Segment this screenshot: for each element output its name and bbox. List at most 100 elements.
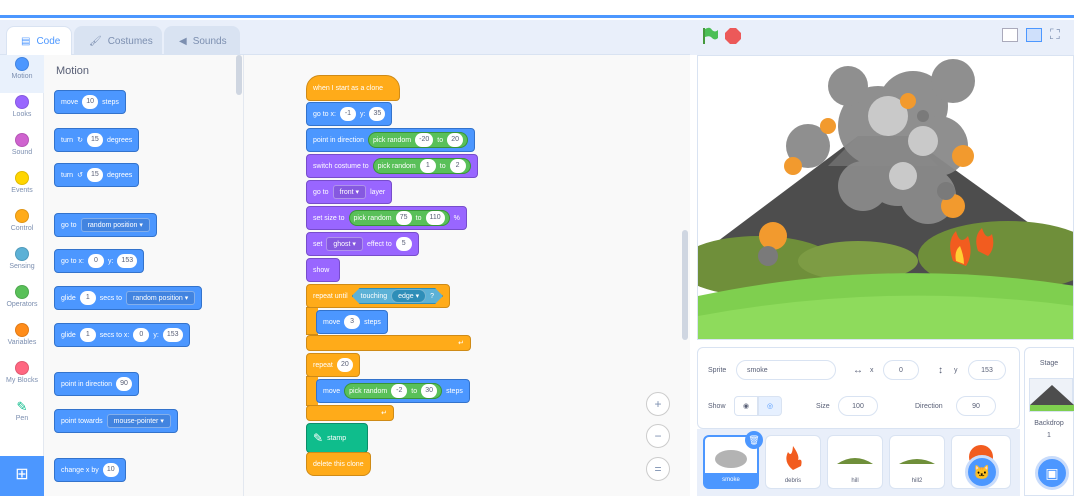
repeat-until-block[interactable]: repeat until touching edge ▾? (306, 284, 451, 308)
palette-glide-xy-block[interactable]: glide 1 secs to x: 0 y: 153 (54, 323, 190, 347)
choose-sprite-button[interactable]: 🐱 (965, 455, 999, 489)
touching-condition[interactable]: touching edge ▾? (352, 288, 443, 304)
goto-xy-block[interactable]: go to x: -1 y: 35 (306, 102, 393, 126)
effect-value-input[interactable]: 5 (395, 237, 412, 251)
tab-sounds[interactable]: ◀ Sounds (164, 26, 240, 56)
random-to-input[interactable]: 30 (421, 384, 438, 398)
pick-random-reporter[interactable]: pick random 75 to 110 (348, 210, 450, 226)
stage-selector-panel[interactable]: Stage Backdrop 1 ▣ (1024, 347, 1074, 496)
glide-dropdown[interactable]: random position ▾ (125, 291, 196, 305)
touching-dropdown[interactable]: edge ▾ (391, 289, 426, 303)
show-block[interactable]: show (306, 258, 340, 282)
category-events[interactable]: Events (0, 169, 44, 207)
glide-x-input[interactable]: 0 (133, 328, 150, 342)
palette-gotoxy-block[interactable]: go to x: 0 y: 153 (54, 249, 145, 273)
set-effect-block[interactable]: set ghost ▾ effect to 5 (306, 232, 419, 256)
glide-xy-secs-input[interactable]: 1 (79, 328, 96, 342)
glide-secs-input[interactable]: 1 (79, 291, 96, 305)
zoom-reset-button[interactable]: = (646, 457, 670, 481)
category-my-blocks[interactable]: My Blocks (0, 359, 44, 397)
palette-turn-right-block[interactable]: turn ↻ 15 degrees (54, 128, 140, 152)
palette-move-block[interactable]: move 10 steps (54, 90, 126, 114)
stage-canvas[interactable] (697, 55, 1074, 340)
sprite-thumb-debris[interactable]: debris (765, 435, 821, 489)
sprite-x-input[interactable]: 0 (883, 360, 919, 380)
glide-y-input[interactable]: 153 (162, 328, 183, 342)
sprite-thumb-hill2[interactable]: hill2 (889, 435, 945, 489)
random-to-input[interactable]: 20 (447, 133, 464, 147)
zoom-out-button[interactable]: − (646, 424, 670, 448)
pick-random-reporter[interactable]: pick random 1 to 2 (372, 158, 471, 174)
category-looks[interactable]: Looks (0, 93, 44, 131)
category-variables[interactable]: Variables (0, 321, 44, 359)
zoom-in-button[interactable]: + (646, 392, 670, 416)
towards-dropdown[interactable]: mouse-pointer ▾ (106, 414, 171, 428)
random-to-input[interactable]: 2 (449, 159, 466, 173)
category-pen[interactable]: ✎ Pen (0, 397, 44, 435)
palette-scrollbar[interactable] (236, 55, 242, 95)
palette-point-direction-block[interactable]: point in direction 90 (54, 372, 139, 396)
when-clone-hat-block[interactable]: when I start as a clone (306, 75, 400, 101)
palette-goto-block[interactable]: go to random position ▾ (54, 213, 157, 237)
delete-sprite-icon[interactable]: 🗑 (745, 431, 763, 449)
palette-change-x-block[interactable]: change x by 10 (54, 458, 126, 482)
set-size-block[interactable]: set size to pick random 75 to 110 % (306, 206, 467, 230)
goto-x-input[interactable]: -1 (339, 107, 356, 121)
sprite-name-input[interactable]: smoke (736, 360, 836, 380)
script-scrollbar[interactable] (682, 230, 688, 340)
stop-icon[interactable] (724, 27, 742, 45)
point-direction-block[interactable]: point in direction pick random -20 to 20 (306, 128, 476, 152)
sprite-direction-input[interactable]: 90 (956, 396, 996, 416)
move-steps-input[interactable]: 3 (344, 315, 361, 329)
palette-point-towards-block[interactable]: point towards mouse-pointer ▾ (54, 409, 178, 433)
pick-random-reporter[interactable]: pick random -20 to 20 (367, 132, 469, 148)
move-steps-input[interactable]: 10 (82, 95, 99, 109)
delete-clone-block[interactable]: delete this clone (306, 452, 371, 476)
sprite-thumb-hill[interactable]: hill (827, 435, 883, 489)
goto-y-input[interactable]: 35 (369, 107, 386, 121)
category-sound[interactable]: Sound (0, 131, 44, 169)
goto-dropdown[interactable]: random position ▾ (80, 218, 150, 232)
choose-backdrop-button[interactable]: ▣ (1035, 456, 1069, 490)
move-steps-block[interactable]: move 3 steps (316, 310, 388, 334)
switch-costume-block[interactable]: switch costume to pick random 1 to 2 (306, 154, 478, 178)
add-extension-button[interactable]: ⊞ (0, 456, 44, 496)
random-from-input[interactable]: -20 (415, 133, 434, 147)
sprite-y-input[interactable]: 153 (968, 360, 1006, 380)
normal-stage-icon[interactable] (1026, 28, 1042, 42)
small-stage-icon[interactable] (1002, 28, 1018, 42)
layer-dropdown[interactable]: front ▾ (332, 185, 367, 199)
repeat-block[interactable]: repeat 20 (306, 353, 360, 377)
category-control[interactable]: Control (0, 207, 44, 245)
tab-code[interactable]: ▤ Code (6, 26, 72, 56)
pen-stamp-block[interactable]: ✎ stamp (306, 423, 368, 453)
random-from-input[interactable]: 75 (395, 211, 412, 225)
gotoxy-x-input[interactable]: 0 (87, 254, 104, 268)
pick-random-reporter[interactable]: pick random -2 to 30 (344, 383, 443, 399)
random-from-input[interactable]: 1 (419, 159, 436, 173)
category-sensing[interactable]: Sensing (0, 245, 44, 283)
effect-dropdown[interactable]: ghost ▾ (326, 237, 363, 251)
turn-left-input[interactable]: 15 (86, 168, 103, 182)
random-from-input[interactable]: -2 (391, 384, 408, 398)
move-random-block[interactable]: move pick random -2 to 30 steps (316, 379, 470, 403)
palette-turn-left-block[interactable]: turn ↺ 15 degrees (54, 163, 140, 187)
direction-input[interactable]: 90 (115, 377, 132, 391)
show-visible-button[interactable]: ◉ (734, 396, 758, 416)
fullscreen-icon[interactable]: ⛶ (1050, 26, 1060, 43)
category-operators[interactable]: Operators (0, 283, 44, 321)
gotoxy-y-input[interactable]: 153 (117, 254, 138, 268)
random-to-input[interactable]: 110 (425, 211, 445, 225)
show-hidden-button[interactable]: ◎ (758, 396, 782, 416)
palette-glide-block[interactable]: glide 1 secs to random position ▾ (54, 286, 203, 310)
change-x-input[interactable]: 10 (102, 463, 119, 477)
sprite-size-input[interactable]: 100 (838, 396, 878, 416)
backdrop-thumbnail[interactable] (1029, 378, 1074, 412)
repeat-count-input[interactable]: 20 (336, 358, 353, 372)
green-flag-icon[interactable] (700, 26, 720, 46)
turn-right-input[interactable]: 15 (86, 133, 103, 147)
category-motion[interactable]: Motion (0, 55, 44, 93)
script-area[interactable]: when I start as a clone go to x: -1 y: 35 p… (244, 55, 690, 496)
go-to-layer-block[interactable]: go to front ▾ layer (306, 180, 393, 204)
tab-costumes[interactable]: 🖌 Costumes (74, 26, 162, 56)
